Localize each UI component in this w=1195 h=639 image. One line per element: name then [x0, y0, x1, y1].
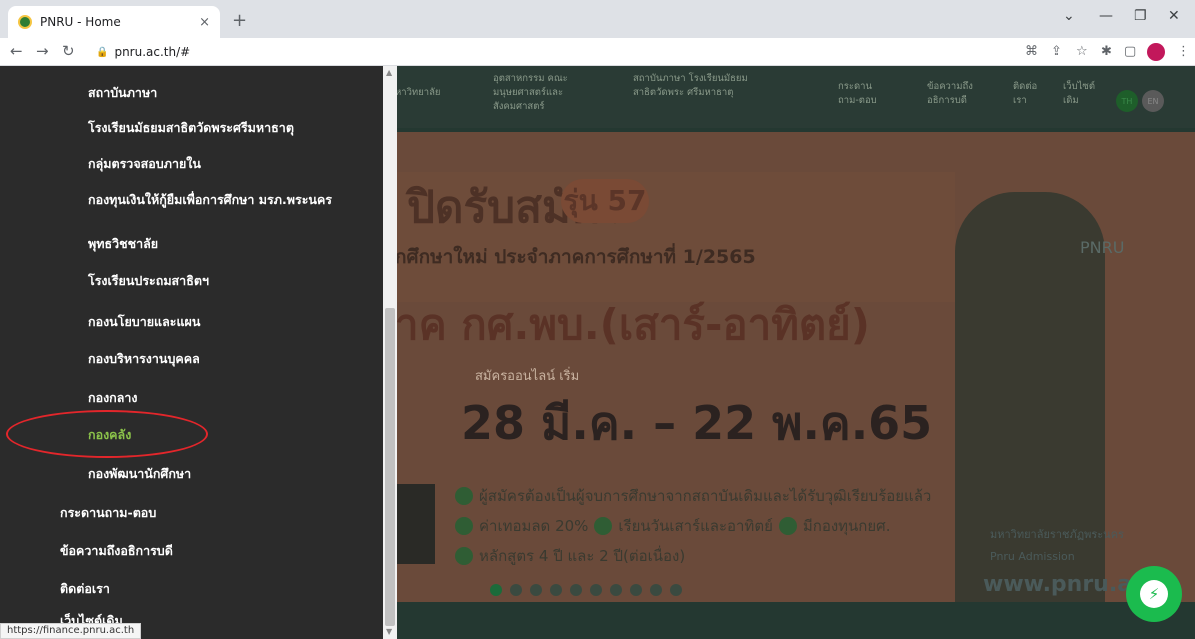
- carousel-dot[interactable]: [570, 584, 582, 596]
- banner-social-links: มหาวิทยาลัยราชภัฏพระนคร Pnru Admission: [990, 524, 1124, 568]
- banner-website: www.pnru.ac: [983, 572, 1146, 597]
- carousel-dot[interactable]: [650, 584, 662, 596]
- menu-item-personnel[interactable]: กองบริหารงานบุคคล: [88, 349, 200, 369]
- banner-bullet-list: ผู้สมัครต้องเป็นผู้จบการศึกษาจากสถาบันเด…: [455, 484, 985, 574]
- menu-item-student-development[interactable]: กองพัฒนานักศึกษา: [88, 464, 191, 484]
- facebook-admission-label: Pnru Admission: [990, 550, 1075, 563]
- bullet-text: เรียนวันเสาร์และอาทิตย์: [618, 517, 773, 535]
- qr-code: [395, 484, 435, 564]
- url-text: pnru.ac.th/#: [114, 45, 191, 59]
- scroll-up-arrow-icon[interactable]: ▲: [386, 68, 392, 77]
- bullet-text: หลักสูตร 4 ปี และ 2 ปี(ต่อเนื่อง): [479, 547, 686, 565]
- new-tab-button[interactable]: +: [232, 10, 247, 31]
- menu-item-message-president[interactable]: ข้อความถึงอธิการบดี: [60, 541, 173, 561]
- check-icon: [594, 517, 613, 535]
- check-icon: [455, 547, 473, 565]
- tab-search-chevron-icon[interactable]: ⌄: [1063, 8, 1075, 24]
- link-status-bar: https://finance.pnru.ac.th: [0, 623, 142, 639]
- browser-toolbar: ← → ↻ 🔒 pnru.ac.th/# ⌘ ⇪ ☆ ✱ ▢ ⋮: [0, 38, 1195, 66]
- bullet-text: มีกองทุนกยศ.: [802, 517, 891, 535]
- pnru-favicon-icon: [18, 15, 32, 29]
- bullet-text: ผู้สมัครต้องเป็นผู้จบการศึกษาจากสถาบันเด…: [479, 487, 932, 505]
- kebab-menu-icon[interactable]: ⋮: [1177, 44, 1190, 59]
- back-arrow-icon[interactable]: ←: [10, 42, 23, 60]
- menu-item-contact[interactable]: ติดต่อเรา: [60, 579, 110, 599]
- highlight-annotation-ring: [6, 410, 208, 458]
- menu-item-policy-planning[interactable]: กองนโยบายและแผน: [88, 312, 200, 332]
- menu-item-internal-audit[interactable]: กลุ่มตรวจสอบภายใน: [88, 154, 201, 174]
- scrollbar-thumb[interactable]: [385, 308, 395, 626]
- nav-language-institute[interactable]: สถาบันภาษา โรงเรียนมัธยมสาธิตวัดพระ ศรีม…: [633, 72, 763, 100]
- messenger-icon: ⚡: [1140, 580, 1168, 608]
- carousel-dots[interactable]: [490, 584, 682, 596]
- page-viewport: หาวิทยาลัย อุตสาหกรรม คณะมนุษยศาสตร์และ …: [0, 66, 1195, 639]
- nav-faculty-humanities[interactable]: อุตสาหกรรม คณะมนุษยศาสตร์และ สังคมศาสตร์: [493, 72, 613, 114]
- menu-item-qa-board[interactable]: กระดานถาม-ตอบ: [60, 503, 156, 523]
- menu-item-demo-primary-school[interactable]: โรงเรียนประถมสาธิตฯ: [88, 271, 209, 291]
- browser-tab[interactable]: PNRU - Home ×: [8, 6, 220, 38]
- minimize-button[interactable]: —: [1099, 8, 1113, 24]
- banner-round-badge: รุ่น 57: [561, 179, 649, 223]
- carousel-dot[interactable]: [590, 584, 602, 596]
- translate-icon[interactable]: ⌘: [1025, 44, 1038, 59]
- check-icon: [455, 487, 473, 505]
- carousel-dot[interactable]: [630, 584, 642, 596]
- menu-item-demo-secondary-school[interactable]: โรงเรียนมัธยมสาธิตวัดพระศรีมหาธาตุ: [88, 118, 294, 138]
- menu-item-language-institute[interactable]: สถาบันภาษา: [88, 83, 157, 103]
- banner-subtitle: ักศึกษาใหม่ ประจำภาคการศึกษาที่ 1/2565: [395, 246, 756, 268]
- tab-title: PNRU - Home: [40, 15, 121, 29]
- star-icon[interactable]: ☆: [1076, 44, 1088, 59]
- share-icon[interactable]: ⇪: [1051, 44, 1062, 59]
- check-icon: [455, 517, 473, 535]
- nav-message-president[interactable]: ข้อความถึง อธิการบดี: [927, 80, 981, 108]
- lang-th-badge[interactable]: TH: [1116, 90, 1138, 112]
- carousel-dot[interactable]: [490, 584, 502, 596]
- carousel-dot[interactable]: [510, 584, 522, 596]
- tab-close-icon[interactable]: ×: [199, 15, 210, 30]
- site-header: หาวิทยาลัย อุตสาหกรรม คณะมนุษยศาสตร์และ …: [395, 66, 1195, 128]
- carousel-dot[interactable]: [610, 584, 622, 596]
- bullet-text: ค่าเทอมลด 20%: [479, 517, 589, 535]
- browser-tabstrip: PNRU - Home × + ⌄ — ❐ ✕: [0, 0, 1195, 38]
- carousel-dot[interactable]: [670, 584, 682, 596]
- nav-contact[interactable]: ติดต่อ เรา: [1013, 80, 1047, 108]
- lock-icon: 🔒: [96, 46, 109, 58]
- nav-qa-board[interactable]: กระดาน ถาม-ตอบ: [838, 80, 878, 108]
- close-window-button[interactable]: ✕: [1168, 8, 1180, 24]
- menu-scrollbar[interactable]: ▲ ▼: [383, 66, 397, 639]
- forward-arrow-icon[interactable]: →: [36, 42, 49, 60]
- reload-icon[interactable]: ↻: [62, 42, 75, 60]
- menu-item-central-division[interactable]: กองกลาง: [88, 388, 138, 408]
- restore-button[interactable]: ❐: [1134, 8, 1147, 24]
- scroll-down-arrow-icon[interactable]: ▼: [386, 627, 392, 636]
- extensions-icon[interactable]: ✱: [1101, 44, 1112, 59]
- nav-university[interactable]: หาวิทยาลัย: [395, 86, 440, 100]
- banner-brand: PNRU: [1080, 238, 1125, 257]
- nav-old-website[interactable]: เว็บไซต์ เดิม: [1063, 80, 1097, 108]
- banner-apply-label: สมัครออนไลน์ เริ่ม: [475, 369, 580, 384]
- banner-program: าค กศ.พบ.(เสาร์-อาทิตย์): [395, 300, 870, 349]
- menu-item-buddhist-college[interactable]: พุทธวิชชาลัย: [88, 234, 158, 254]
- facebook-page-label: มหาวิทยาลัยราชภัฏพระนคร: [990, 528, 1124, 541]
- check-icon: [778, 517, 797, 535]
- hero-banner[interactable]: ปิดรับสมัคร รุ่น 57 ักศึกษาใหม่ ประจำภาค…: [395, 132, 1195, 602]
- menu-item-student-loan-fund[interactable]: กองทุนเงินให้กู้ยืมเพื่อการศึกษา มรภ.พระ…: [88, 190, 332, 210]
- profile-avatar[interactable]: [1147, 43, 1165, 61]
- banner-dates: 28 มี.ค. – 22 พ.ค.65: [461, 396, 933, 450]
- carousel-dot[interactable]: [550, 584, 562, 596]
- address-bar[interactable]: 🔒 pnru.ac.th/#: [96, 41, 976, 63]
- messenger-chat-button[interactable]: ⚡: [1126, 566, 1182, 622]
- site-menu-panel: สถาบันภาษา โรงเรียนมัธยมสาธิตวัดพระศรีมห…: [0, 66, 385, 639]
- lang-en-badge[interactable]: EN: [1142, 90, 1164, 112]
- carousel-dot[interactable]: [530, 584, 542, 596]
- side-panel-icon[interactable]: ▢: [1124, 44, 1136, 59]
